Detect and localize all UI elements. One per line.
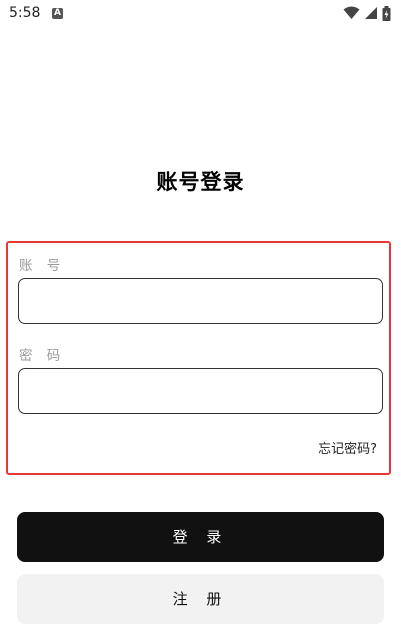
status-bar: 5:58 A <box>0 0 401 28</box>
battery-icon <box>382 5 391 21</box>
notification-icon: A <box>52 8 63 19</box>
page-title: 账号登录 <box>156 170 245 194</box>
wifi-icon <box>343 6 360 19</box>
account-label: 账 号 <box>19 258 66 274</box>
password-label: 密 码 <box>19 348 66 364</box>
account-input[interactable] <box>18 278 383 324</box>
forgot-password-link[interactable]: 忘记密码? <box>318 438 377 457</box>
register-button[interactable]: 注 册 <box>17 574 384 624</box>
password-input[interactable] <box>18 368 383 414</box>
signal-icon <box>365 7 377 19</box>
login-button[interactable]: 登 录 <box>17 512 384 562</box>
login-form: 账 号 密 码 忘记密码? <box>6 241 391 475</box>
status-time: 5:58 <box>9 5 41 21</box>
status-icons <box>343 5 391 21</box>
